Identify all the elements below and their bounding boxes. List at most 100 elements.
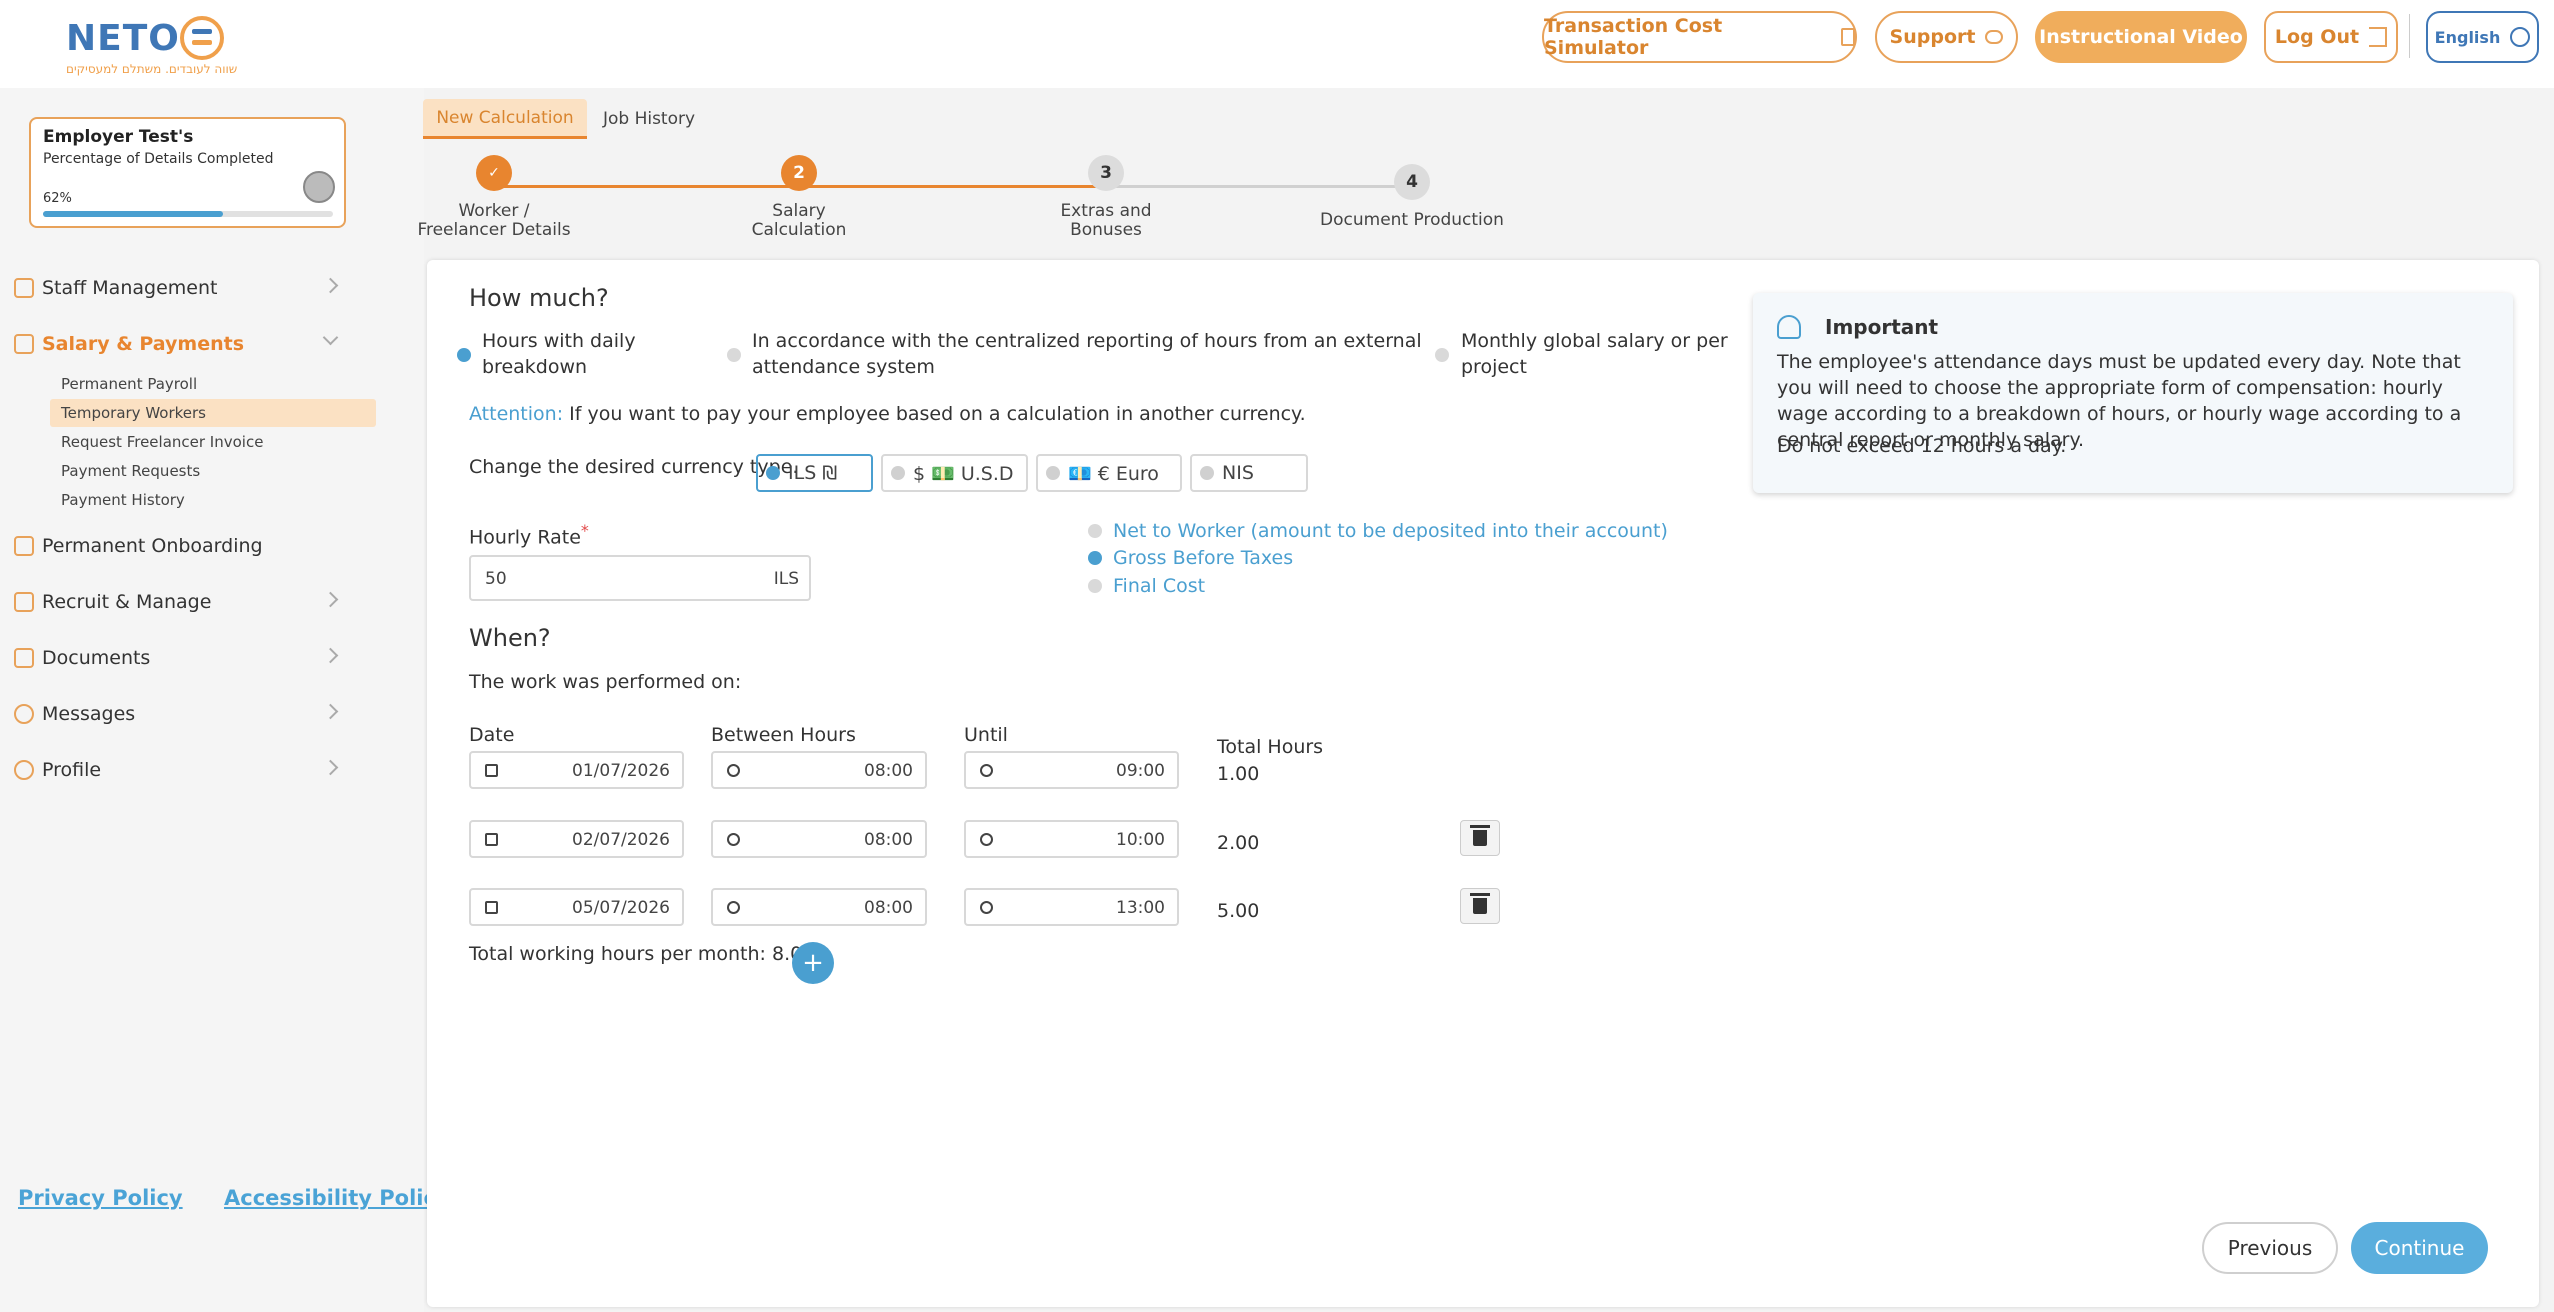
subitem-label: Temporary Workers <box>61 404 206 422</box>
amount-net-label[interactable]: Net to Worker (amount to be deposited in… <box>1113 520 1668 542</box>
sidebar-item-documents[interactable]: Documents <box>14 641 344 675</box>
col-until-header: Until <box>964 724 1008 746</box>
header-divider <box>2409 14 2410 58</box>
calculator-icon <box>1841 28 1855 46</box>
row-total-hours: 2.00 <box>1217 832 1260 854</box>
pay-option-hours-label[interactable]: Hours with daily breakdown <box>482 328 636 380</box>
amount-final-label[interactable]: Final Cost <box>1113 575 1205 597</box>
previous-label: Previous <box>2227 1236 2313 1260</box>
sidebar-item-recruit-manage[interactable]: Recruit & Manage <box>14 585 344 619</box>
date-input[interactable]: 02/07/2026 <box>469 820 684 858</box>
sidebar-subitem-payment-history[interactable]: Payment History <box>50 486 376 514</box>
to-time-input[interactable]: 13:00 <box>964 888 1179 926</box>
delete-row-button[interactable] <box>1460 888 1500 924</box>
amount-gross-radio[interactable] <box>1088 551 1102 565</box>
chevron-right-icon <box>322 277 339 294</box>
date-input[interactable]: 05/07/2026 <box>469 888 684 926</box>
hourly-rate-unit: ILS <box>773 569 799 589</box>
completion-percent: 62% <box>43 191 72 206</box>
tab-new-calculation[interactable]: New Calculation <box>423 99 587 139</box>
avatar[interactable] <box>303 171 335 203</box>
sidebar-item-salary-payments[interactable]: Salary & Payments <box>14 327 344 361</box>
sidebar-item-staff-management[interactable]: Staff Management <box>14 271 344 305</box>
sidebar-item-messages[interactable]: Messages <box>14 697 344 731</box>
amount-final-radio[interactable] <box>1088 579 1102 593</box>
pay-option-monthly-label[interactable]: Monthly global salary or per project <box>1461 328 1728 380</box>
subitem-label: Payment Requests <box>61 462 201 480</box>
to-time-value: 10:00 <box>1116 830 1165 850</box>
step-number: 3 <box>1100 163 1112 183</box>
step-label-line: Freelancer Details <box>417 220 571 240</box>
instructional-video-button[interactable]: Instructional Video <box>2035 11 2247 63</box>
logo-equals-icon <box>180 16 224 60</box>
pay-option-external-radio[interactable] <box>727 348 741 362</box>
language-selector[interactable]: English <box>2426 11 2539 63</box>
chevron-right-icon <box>322 647 339 664</box>
from-time-value: 08:00 <box>864 898 913 918</box>
sidebar-item-permanent-onboarding[interactable]: Permanent Onboarding <box>14 529 344 563</box>
currency-option-usd[interactable]: $ 💵 U.S.D <box>881 454 1028 492</box>
option-line: project <box>1461 356 1527 378</box>
hourly-rate-input[interactable]: 50 ILS <box>469 555 811 601</box>
profile-completion-card[interactable]: Employer Test's Percentage of Details Co… <box>29 117 346 228</box>
log-out-button[interactable]: Log Out <box>2264 11 2398 63</box>
step-label-line: Salary <box>772 201 826 221</box>
radio-dot <box>891 466 905 480</box>
clock-icon <box>980 901 993 914</box>
to-time-input[interactable]: 09:00 <box>964 751 1179 789</box>
sidebar-subitem-permanent-payroll[interactable]: Permanent Payroll <box>50 370 376 398</box>
tab-label: New Calculation <box>436 107 574 128</box>
transaction-cost-simulator-button[interactable]: Transaction Cost Simulator <box>1542 11 1857 63</box>
delete-row-button[interactable] <box>1460 820 1500 856</box>
add-row-button[interactable]: + <box>792 942 834 984</box>
step-3-indicator[interactable]: 3 <box>1088 155 1124 191</box>
tab-job-history[interactable]: Job History <box>594 99 704 139</box>
from-time-input[interactable]: 08:00 <box>711 751 927 789</box>
date-input[interactable]: 01/07/2026 <box>469 751 684 789</box>
trash-icon <box>1470 825 1490 846</box>
grid-icon <box>14 592 34 612</box>
privacy-policy-link[interactable]: Privacy Policy <box>18 1186 183 1210</box>
currency-option-euro[interactable]: 💶 € Euro <box>1036 454 1182 492</box>
chevron-right-icon <box>322 591 339 608</box>
support-button[interactable]: Support <box>1875 11 2018 63</box>
from-time-input[interactable]: 08:00 <box>711 888 927 926</box>
chevron-right-icon <box>322 759 339 776</box>
important-limit-note: Do not exceed 12 hours a day. <box>1777 435 2067 457</box>
sidebar-subitem-payment-requests[interactable]: Payment Requests <box>50 457 376 485</box>
attention-label: Attention: <box>469 403 564 425</box>
pay-option-hours-radio[interactable] <box>457 348 471 362</box>
sidebar-subitem-temporary-workers[interactable]: Temporary Workers <box>50 399 376 427</box>
pay-option-monthly-radio[interactable] <box>1435 348 1449 362</box>
continue-button[interactable]: Continue <box>2351 1222 2488 1274</box>
sidebar-subitem-request-freelancer-invoice[interactable]: Request Freelancer Invoice <box>50 428 376 456</box>
currency-option-ils[interactable]: ILS ₪ <box>756 454 873 492</box>
previous-button[interactable]: Previous <box>2202 1222 2338 1274</box>
accessibility-policy-link[interactable]: Accessibility Policy <box>224 1186 450 1210</box>
step-1-indicator[interactable]: ✓ <box>476 155 512 191</box>
step-label-line: Extras and <box>1060 201 1152 221</box>
sidebar-item-label: Messages <box>42 703 136 725</box>
step-number: 2 <box>793 163 805 183</box>
from-time-input[interactable]: 08:00 <box>711 820 927 858</box>
step-label-line: Bonuses <box>1070 220 1142 240</box>
currency-label-text: NIS <box>1222 462 1254 484</box>
bell-icon <box>1777 315 1801 339</box>
neto-logo[interactable]: NETO שווה לעובדים. משתלם למעסיקים <box>66 14 237 80</box>
amount-net-radio[interactable] <box>1088 524 1102 538</box>
amount-gross-label[interactable]: Gross Before Taxes <box>1113 547 1293 569</box>
currency-option-nis[interactable]: NIS <box>1190 454 1308 492</box>
step-4-indicator[interactable]: 4 <box>1394 164 1430 200</box>
step-2-indicator[interactable]: 2 <box>781 155 817 191</box>
sidebar-item-profile[interactable]: Profile <box>14 753 344 787</box>
stepper-line-2 <box>799 185 1106 188</box>
completion-subtitle: Percentage of Details Completed <box>43 151 274 167</box>
currency-label-text: 💶 € Euro <box>1068 462 1159 485</box>
to-time-input[interactable]: 10:00 <box>964 820 1179 858</box>
total-working-hours: Total working hours per month: 8.00 <box>469 943 815 965</box>
calendar-icon <box>485 764 498 777</box>
option-line: Monthly global salary or per <box>1461 330 1728 352</box>
to-time-value: 13:00 <box>1116 898 1165 918</box>
sidebar: Employer Test's Percentage of Details Co… <box>0 88 424 1312</box>
pay-option-external-label[interactable]: In accordance with the centralized repor… <box>752 328 1422 380</box>
